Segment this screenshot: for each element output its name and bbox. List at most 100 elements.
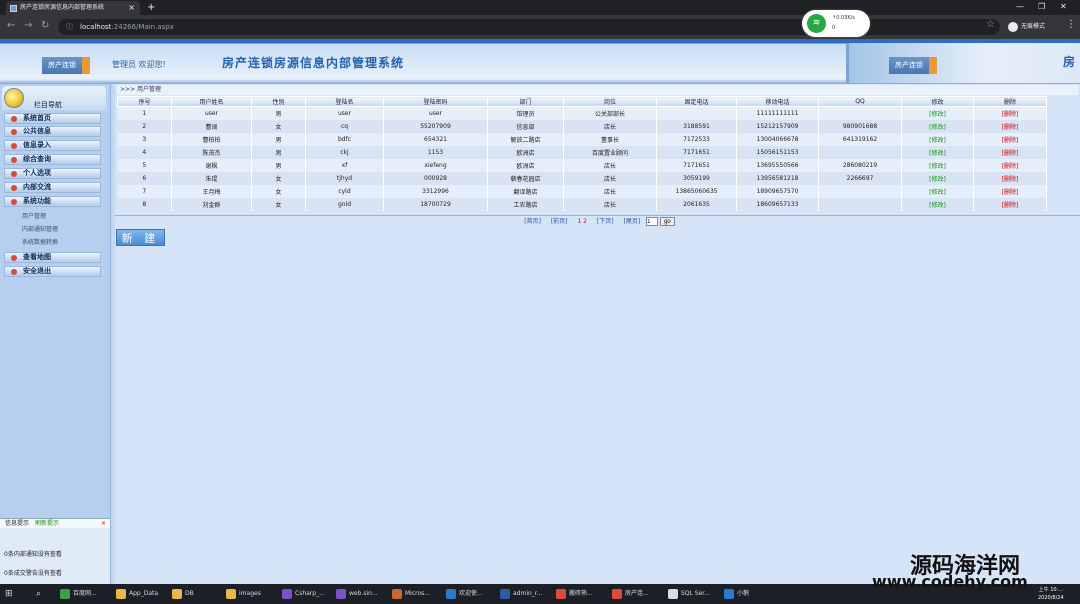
- page-favicon-icon: [10, 5, 17, 12]
- close-window-icon[interactable]: ✕: [1060, 0, 1067, 13]
- taskbar-app[interactable]: SQL Ser...: [668, 584, 710, 604]
- taskbar-app[interactable]: App_Data: [116, 584, 158, 604]
- table-cell: user: [383, 106, 488, 120]
- menu-label: 综合查询: [23, 155, 51, 163]
- menu-label: 个人选项: [23, 169, 51, 177]
- next-page-link[interactable]: [下页]: [597, 218, 614, 225]
- taskbar-app[interactable]: 百度网...: [60, 584, 97, 604]
- menu-data-entry[interactable]: 信息录入: [4, 140, 101, 151]
- menu-map[interactable]: 查看地图: [4, 252, 101, 263]
- delete-link[interactable]: [删除]: [973, 106, 1047, 120]
- url-host: localhost: [80, 23, 112, 31]
- prev-page-link[interactable]: [前页]: [551, 218, 568, 225]
- incognito-label: 无痕模式: [1021, 23, 1046, 30]
- back-icon[interactable]: ←: [7, 20, 15, 31]
- menu-bullet-icon: [11, 269, 17, 275]
- table-cell: 5: [117, 158, 172, 172]
- table-cell: 王月梅: [171, 184, 252, 198]
- app-icon: [446, 588, 456, 599]
- system-title-repeat: 房: [1063, 55, 1077, 69]
- notice-count[interactable]: 0条内部通知没有查看: [4, 549, 62, 558]
- delete-link[interactable]: [删除]: [973, 119, 1047, 133]
- search-icon[interactable]: ⌕: [36, 584, 41, 604]
- last-page-link[interactable]: [尾页]: [624, 218, 641, 225]
- edit-link[interactable]: [修改]: [901, 132, 974, 146]
- more-menu-icon[interactable]: ⋮: [1066, 19, 1076, 30]
- taskbar-app[interactable]: images: [226, 584, 261, 604]
- taskbar-app[interactable]: Csharp_...: [282, 584, 325, 604]
- table-cell: 13956581218: [736, 171, 819, 185]
- taskbar-app[interactable]: 小鹅: [724, 584, 749, 604]
- delete-link[interactable]: [删除]: [973, 171, 1047, 185]
- minimize-icon[interactable]: —: [1016, 0, 1024, 13]
- warning-count[interactable]: 0条成交警告没有查看: [4, 568, 62, 577]
- submenu-notice-mgmt[interactable]: 内部通知管理: [22, 224, 58, 233]
- edit-link[interactable]: [修改]: [901, 184, 974, 198]
- new-user-button[interactable]: 新 建: [116, 229, 165, 246]
- table-cell: 000928: [383, 171, 488, 185]
- table-cell: cq: [305, 119, 384, 133]
- logo-right: 房产连锁: [889, 57, 937, 74]
- go-button[interactable]: go: [660, 217, 675, 226]
- taskbar-app[interactable]: Micros...: [392, 584, 430, 604]
- table-cell: 1: [117, 106, 172, 120]
- taskbar-app[interactable]: admin_r...: [500, 584, 542, 604]
- menu-home[interactable]: 系统首页: [4, 113, 101, 124]
- delete-link[interactable]: [删除]: [973, 158, 1047, 172]
- app-icon: [392, 588, 402, 599]
- app-icon: [612, 588, 622, 599]
- delete-link[interactable]: [删除]: [973, 184, 1047, 198]
- first-page-link[interactable]: [首页]: [524, 218, 541, 225]
- system-title: 房产连锁房源信息内部管理系统: [222, 56, 405, 70]
- edit-link[interactable]: [修改]: [901, 145, 974, 159]
- table-cell: 641319162: [818, 132, 902, 146]
- menu-label: 内部交流: [23, 183, 51, 191]
- delete-link[interactable]: [删除]: [973, 145, 1047, 159]
- menu-search[interactable]: 综合查询: [4, 154, 101, 165]
- restore-icon[interactable]: ❐: [1038, 0, 1045, 13]
- menu-internal[interactable]: 内部交流: [4, 182, 101, 193]
- edit-link[interactable]: [修改]: [901, 158, 974, 172]
- table-cell: 8: [117, 197, 172, 211]
- delete-link[interactable]: [删除]: [973, 197, 1047, 211]
- taskbar-app[interactable]: 房产连...: [612, 584, 649, 604]
- table-cell: 男: [251, 106, 306, 120]
- table-cell: 蕲春花园店: [487, 171, 564, 185]
- windows-start-icon[interactable]: ⊞: [5, 584, 13, 604]
- incognito-indicator[interactable]: 无痕模式: [1008, 21, 1045, 32]
- banner-right: 房产连锁 房: [846, 43, 1080, 83]
- forward-icon[interactable]: →: [24, 20, 32, 31]
- submenu-user-mgmt[interactable]: 用户管理: [22, 211, 46, 220]
- table-cell: 公关部部长: [563, 106, 657, 120]
- close-panel-icon[interactable]: ×: [101, 519, 106, 528]
- edit-link[interactable]: [修改]: [901, 106, 974, 120]
- edit-link[interactable]: [修改]: [901, 119, 974, 133]
- edit-link[interactable]: [修改]: [901, 171, 974, 185]
- new-tab-icon[interactable]: +: [147, 0, 155, 15]
- menu-public-info[interactable]: 公共信息: [4, 126, 101, 137]
- menu-label: 系统功能: [23, 197, 51, 205]
- submenu-data-convert[interactable]: 系统数据转换: [22, 237, 58, 246]
- taskbar-app[interactable]: web.sin...: [336, 584, 378, 604]
- refresh-link[interactable]: 刷新提示: [35, 520, 59, 527]
- site-info-icon[interactable]: ⓘ: [66, 19, 73, 35]
- browser-tab[interactable]: 房产连锁房源信息内部管理系统 ×: [6, 1, 140, 15]
- table-row: 3 曹柏柏男 bdfc 654321 解放二路店 董事长 7172533 1300406667…: [117, 132, 1047, 146]
- menu-personal[interactable]: 个人选项: [4, 168, 101, 179]
- pager: [首页] [前页] 1 2 [下页] [尾页] go: [115, 215, 1080, 227]
- taskbar-app[interactable]: DB: [172, 584, 194, 604]
- close-tab-icon[interactable]: ×: [128, 1, 135, 15]
- edit-link[interactable]: [修改]: [901, 197, 974, 211]
- clock[interactable]: 上午 10:... 2020/8/24: [1038, 586, 1064, 602]
- reload-icon[interactable]: ↻: [41, 20, 49, 31]
- menu-system[interactable]: 系统功能: [4, 196, 101, 207]
- page-numbers[interactable]: 1 2: [577, 218, 587, 225]
- taskbar-app[interactable]: 搬砖熟...: [556, 584, 593, 604]
- delete-link[interactable]: [删除]: [973, 132, 1047, 146]
- welcome-text: 管理员 欢迎您!: [112, 60, 166, 69]
- bookmark-star-icon[interactable]: ☆: [986, 19, 995, 30]
- taskbar-app[interactable]: 欢迎使...: [446, 584, 483, 604]
- menu-logout[interactable]: 安全退出: [4, 266, 101, 277]
- app-icon: [500, 588, 510, 599]
- page-number-input[interactable]: [646, 217, 659, 226]
